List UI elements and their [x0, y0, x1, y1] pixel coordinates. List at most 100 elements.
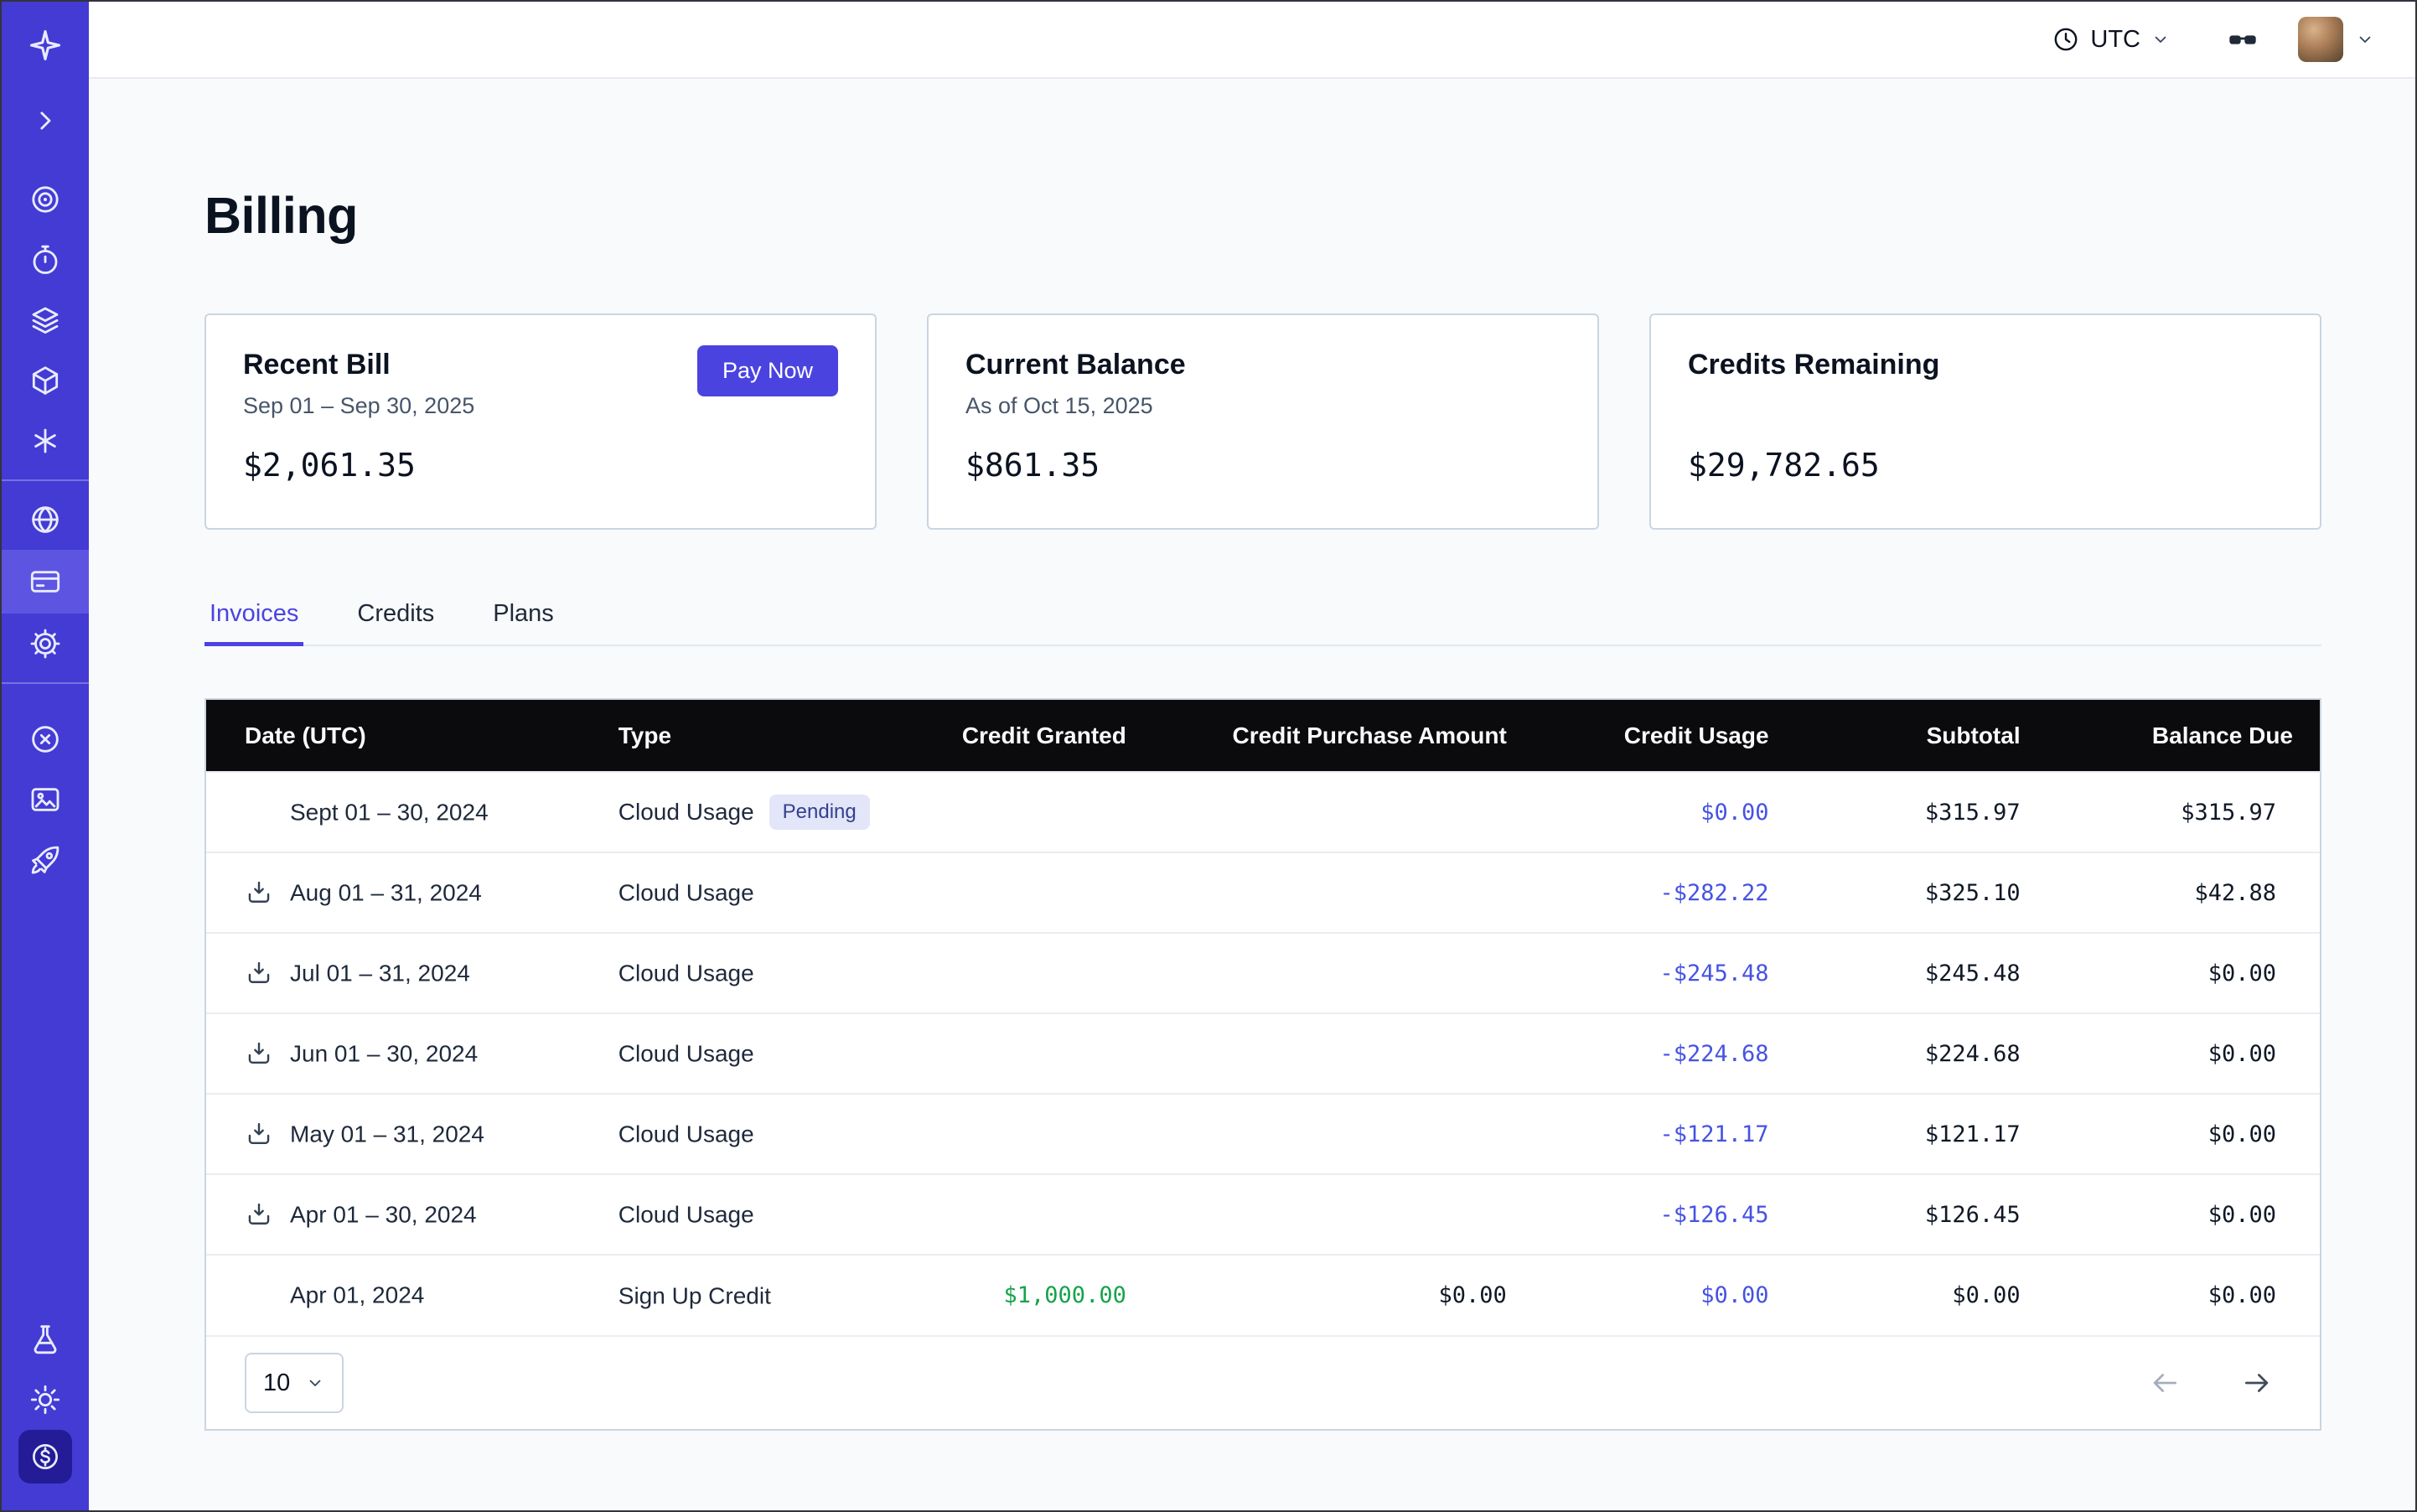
credit-granted-value: [882, 852, 1153, 933]
sidebar-item-layers[interactable]: [2, 290, 89, 350]
page-size-select[interactable]: 10: [245, 1353, 344, 1413]
download-icon: [245, 878, 273, 907]
download-invoice-button[interactable]: [245, 1039, 273, 1068]
tab[interactable]: Invoices: [204, 600, 303, 645]
credit-granted-value: [882, 1174, 1153, 1255]
invoice-type-cell: Cloud Usage: [618, 933, 882, 1013]
invoice-date: Sept 01 – 30, 2024: [290, 799, 489, 825]
sidebar-item-asterisk[interactable]: [2, 411, 89, 471]
invoice-row: Apr 01 – 30, 2024 Cloud Usage -$126.45 $…: [206, 1174, 2320, 1255]
sidebar-item-billing[interactable]: [2, 550, 89, 614]
timezone-selector[interactable]: UTC: [2052, 25, 2171, 54]
download-icon: [245, 1120, 273, 1148]
balance-due-value: $0.00: [2047, 1174, 2320, 1255]
sidebar-item-radar[interactable]: [2, 169, 89, 230]
sidebar-item-theme[interactable]: [2, 1370, 89, 1430]
download-invoice-button[interactable]: [245, 878, 273, 907]
sidebar-item-globe[interactable]: [2, 489, 89, 550]
invoice-date-cell: Apr 01, 2024: [206, 1255, 618, 1335]
invoice-type-cell: Cloud Usage: [618, 1013, 882, 1094]
column-header: Credit Usage: [1534, 700, 1796, 772]
download-invoice-button[interactable]: [245, 1120, 273, 1148]
invoice-date: Jul 01 – 31, 2024: [290, 960, 470, 986]
clock-icon: [2052, 25, 2080, 54]
card-subtitle: [1688, 393, 2283, 422]
table-header-row: Date (UTC)TypeCredit GrantedCredit Purch…: [206, 700, 2320, 772]
credits-highlight-box: [18, 1430, 72, 1484]
sidebar-item-settings[interactable]: [2, 614, 89, 674]
invoice-row: Apr 01, 2024 Sign Up Credit $1,000.00 $0…: [206, 1255, 2320, 1335]
column-header: Balance Due: [2047, 700, 2320, 772]
balance-due-value: $0.00: [2047, 1094, 2320, 1174]
balance-due-value: $42.88: [2047, 852, 2320, 933]
image-icon: [28, 783, 62, 816]
page-title: Billing: [204, 186, 2321, 245]
sidebar-item-logo[interactable]: [2, 2, 89, 89]
card-title: Credits Remaining: [1688, 349, 2283, 381]
sidebar-item-circle-x[interactable]: [2, 709, 89, 769]
tab[interactable]: Plans: [488, 600, 559, 645]
download-invoice-button[interactable]: [245, 1200, 273, 1229]
chevron-down-icon: [2355, 29, 2375, 49]
subtotal-value: $126.45: [1796, 1174, 2047, 1255]
invoice-type-cell: Cloud Usage: [618, 1094, 882, 1174]
invoice-date: Apr 01 – 30, 2024: [290, 1201, 477, 1227]
next-page-button[interactable]: [2241, 1367, 2273, 1399]
account-menu-button[interactable]: [2298, 17, 2375, 62]
invoice-type: Sign Up Credit: [618, 1282, 771, 1308]
invoice-type: Cloud Usage: [618, 799, 754, 825]
download-icon: [245, 959, 273, 987]
credit-usage-value: -$126.45: [1534, 1174, 1796, 1255]
invoice-date: Aug 01 – 31, 2024: [290, 879, 482, 905]
billing-page: Billing Recent Bill Pay Now Sep 01 – Sep…: [89, 79, 2415, 1510]
invoice-row: Aug 01 – 31, 2024 Cloud Usage -$282.22 $…: [206, 852, 2320, 933]
credit-granted-value: $1,000.00: [882, 1255, 1153, 1335]
credit-granted-value: [882, 933, 1153, 1013]
invoice-row: May 01 – 31, 2024 Cloud Usage -$121.17 $…: [206, 1094, 2320, 1174]
goggles-button[interactable]: [2226, 23, 2259, 56]
invoice-type: Cloud Usage: [618, 1041, 754, 1067]
sidebar-group-billing: [2, 489, 89, 674]
credit-granted-value: [882, 772, 1153, 852]
invoice-type: Cloud Usage: [618, 880, 754, 906]
balance-due-value: $315.97: [2047, 772, 2320, 852]
balance-due-value: $0.00: [2047, 1255, 2320, 1335]
invoice-type: Cloud Usage: [618, 961, 754, 986]
pagination-controls: [2149, 1367, 2273, 1399]
invoice-type: Cloud Usage: [618, 1202, 754, 1228]
pay-now-button[interactable]: Pay Now: [697, 345, 838, 396]
credit-purchase-value: [1153, 1174, 1534, 1255]
sidebar-item-image[interactable]: [2, 769, 89, 830]
radar-icon: [28, 183, 62, 216]
timer-icon: [28, 243, 62, 277]
layers-icon: [28, 303, 62, 337]
subtotal-value: $0.00: [1796, 1255, 2047, 1335]
subtotal-value: $224.68: [1796, 1013, 2047, 1094]
column-header: Date (UTC): [206, 700, 618, 772]
sidebar-item-timer[interactable]: [2, 230, 89, 290]
logo-icon: [27, 27, 64, 64]
subtotal-value: $245.48: [1796, 933, 2047, 1013]
sidebar-item-rocket[interactable]: [2, 830, 89, 890]
sidebar-item-credits[interactable]: [2, 1430, 89, 1510]
sidebar-group-top: [2, 169, 89, 471]
sidebar-item-cube[interactable]: [2, 350, 89, 411]
credit-purchase-value: [1153, 1013, 1534, 1094]
sidebar-item-flask[interactable]: [2, 1309, 89, 1370]
subtotal-value: $121.17: [1796, 1094, 2047, 1174]
download-invoice-button[interactable]: [245, 959, 273, 987]
dollar-circle-icon: [29, 1441, 61, 1473]
invoices-table-card: Date (UTC)TypeCredit GrantedCredit Purch…: [204, 698, 2321, 1431]
sidebar: [2, 2, 89, 1510]
summary-card: Recent Bill Pay Now Sep 01 – Sep 30, 202…: [204, 313, 877, 530]
gear-icon: [28, 627, 62, 660]
asterisk-icon: [28, 424, 62, 458]
balance-due-value: $0.00: [2047, 933, 2320, 1013]
card-amount: $861.35: [965, 447, 1560, 484]
sidebar-expand-button[interactable]: [2, 89, 89, 153]
prev-page-button[interactable]: [2149, 1367, 2181, 1399]
invoice-type-cell: Sign Up Credit: [618, 1255, 882, 1335]
download-icon: [245, 1039, 273, 1068]
tab[interactable]: Credits: [352, 600, 439, 645]
page-size-value: 10: [263, 1370, 290, 1397]
